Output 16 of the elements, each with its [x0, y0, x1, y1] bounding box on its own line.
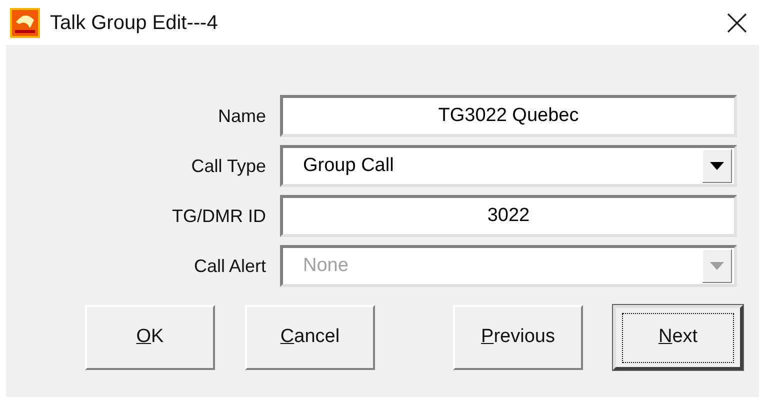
dialog-button[interactable]: OK [85, 305, 215, 370]
dialog-button[interactable]: Previous [453, 305, 583, 370]
field-label: TG/DMR ID [171, 204, 266, 228]
app-logo-icon [10, 8, 40, 38]
dropdown-arrow-icon [710, 262, 724, 270]
field-label: Call Alert [192, 254, 266, 278]
field-label: Name [216, 104, 266, 128]
window-title: Talk Group Edit---4 [50, 10, 218, 36]
close-icon[interactable] [727, 12, 747, 32]
dialog-button[interactable]: Cancel [245, 305, 375, 370]
text-field[interactable]: TG3022 Quebec [280, 95, 737, 137]
dialog-button[interactable]: Next [613, 305, 743, 370]
dropdown-arrow-icon [710, 162, 724, 170]
dropdown[interactable]: Group Call [280, 145, 737, 187]
field-label: Call Type [190, 154, 266, 178]
text-field[interactable]: 3022 [280, 195, 737, 237]
